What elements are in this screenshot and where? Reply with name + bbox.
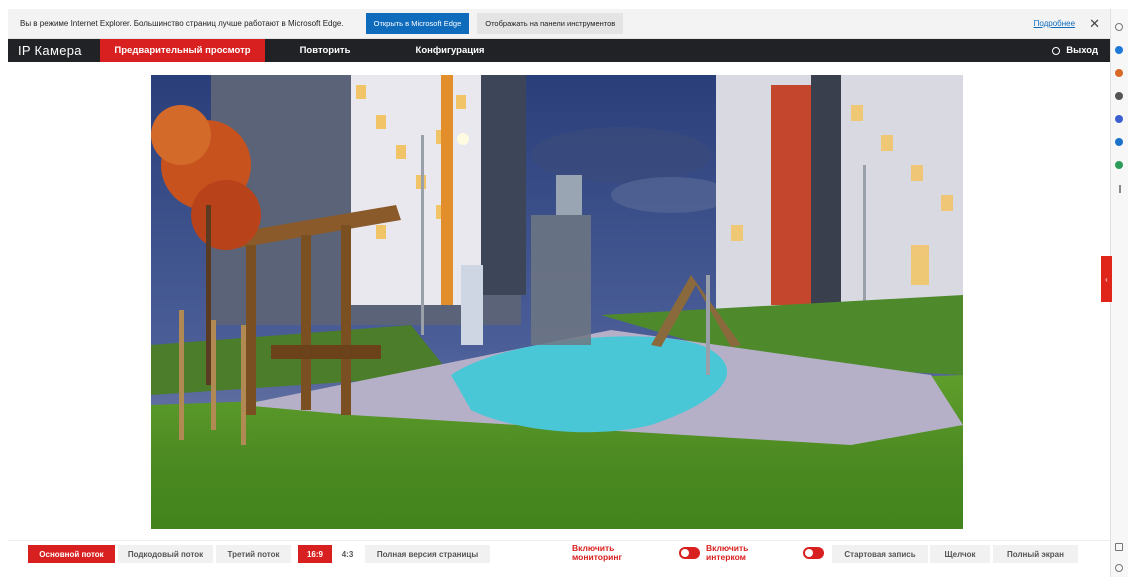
ie-mode-banner: Вы в режиме Internet Explorer. Большинст… — [8, 9, 1110, 39]
ie-mode-message: Вы в режиме Internet Explorer. Большинст… — [20, 19, 344, 28]
add-icon[interactable] — [1119, 185, 1121, 193]
sub-stream-button[interactable]: Подкодовый поток — [118, 545, 213, 563]
show-on-toolbar-button[interactable]: Отображать на панели инструментов — [477, 13, 624, 34]
games-icon[interactable] — [1115, 115, 1123, 123]
aspect-4-3-button[interactable]: 4:3 — [335, 545, 360, 563]
logout-button[interactable]: Выход — [1052, 45, 1098, 56]
aspect-16-9-button[interactable]: 16:9 — [298, 545, 332, 563]
tab-playback[interactable]: Повторить — [265, 39, 385, 62]
monitoring-toggle[interactable] — [679, 547, 700, 559]
intercom-label: Включить интерком — [706, 543, 749, 562]
snapshot-button[interactable]: Щелчок — [930, 545, 990, 563]
fullscreen-button[interactable]: Полный экран — [993, 545, 1078, 563]
video-preview[interactable] — [151, 75, 963, 529]
camera-frame-image — [151, 75, 963, 529]
close-icon[interactable]: ✕ — [1089, 16, 1100, 32]
monitoring-label: Включить мониторинг — [572, 543, 623, 562]
app-title: IP Камера — [18, 43, 82, 58]
main-stream-button[interactable]: Основной поток — [28, 545, 115, 563]
tab-configuration[interactable]: Конфигурация — [385, 39, 515, 62]
tools-icon[interactable] — [1115, 92, 1123, 100]
sidebar-layout-icon[interactable] — [1115, 543, 1123, 551]
chevron-left-icon: ‹ — [1105, 274, 1108, 284]
browser-sidebar — [1110, 9, 1128, 577]
settings-icon[interactable] — [1115, 564, 1123, 572]
shopping-icon[interactable] — [1115, 69, 1123, 77]
bing-icon[interactable] — [1115, 46, 1123, 54]
power-icon — [1052, 46, 1061, 55]
outlook-icon[interactable] — [1115, 138, 1123, 146]
logout-label: Выход — [1066, 45, 1098, 56]
open-in-edge-button[interactable]: Открыть в Microsoft Edge — [365, 13, 470, 34]
app-header: IP Камера Предварительный просмотр Повто… — [8, 39, 1110, 62]
third-stream-button[interactable]: Третий поток — [216, 545, 291, 563]
preview-toolbar: Основной поток Подкодовый поток Третий п… — [8, 540, 1110, 567]
side-panel-toggle[interactable]: ‹ — [1101, 256, 1112, 302]
start-record-button[interactable]: Стартовая запись — [832, 545, 928, 563]
full-page-button[interactable]: Полная версия страницы — [365, 545, 490, 563]
intercom-toggle[interactable] — [803, 547, 824, 559]
drop-icon[interactable] — [1115, 161, 1123, 169]
tab-preview[interactable]: Предварительный просмотр — [100, 39, 265, 62]
search-icon[interactable] — [1115, 23, 1123, 31]
more-info-link[interactable]: Подробнее — [1034, 19, 1076, 28]
